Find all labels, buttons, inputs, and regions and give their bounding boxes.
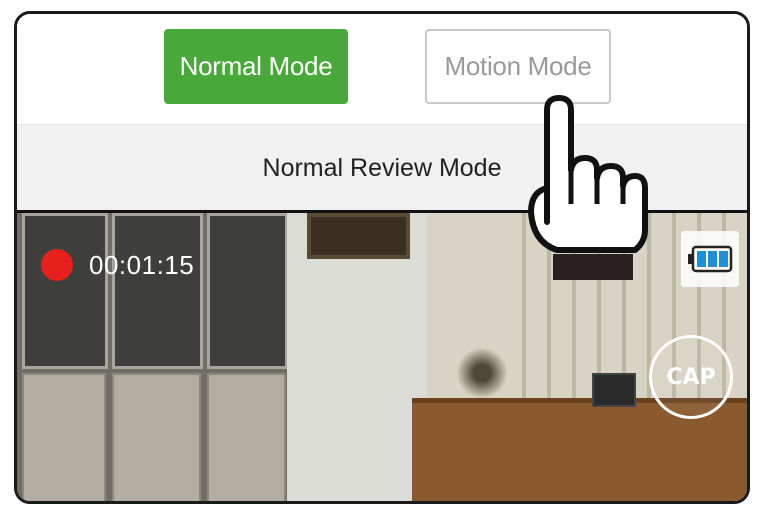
normal-mode-button[interactable]: Normal Mode: [164, 29, 348, 104]
motion-mode-button[interactable]: Motion Mode: [425, 29, 611, 104]
cabinet-door: [112, 373, 201, 501]
scene-monitor: [592, 373, 636, 407]
blind-slat: [547, 213, 551, 428]
cabinet-door: [207, 373, 286, 501]
blind-slat: [647, 213, 651, 428]
app-screen: Normal Mode Motion Mode Normal Review Mo…: [14, 11, 750, 504]
cabinet-door: [22, 373, 106, 501]
scene-plant: [452, 343, 512, 403]
record-dot-icon: [41, 249, 73, 281]
review-mode-label: Normal Review Mode: [262, 153, 502, 182]
capture-button[interactable]: CAP: [649, 335, 733, 419]
cabinet-glass-panel: [22, 213, 108, 369]
blind-slat: [572, 213, 576, 428]
live-video-view[interactable]: 00:01:15 CAP: [17, 210, 747, 501]
blind-slat: [522, 213, 526, 428]
capture-label: CAP: [666, 364, 716, 390]
review-mode-title: Normal Review Mode: [17, 124, 747, 211]
mode-selector: Normal Mode Motion Mode: [17, 14, 747, 124]
scene-picture-frame: [307, 213, 410, 259]
cabinet-glass-panel: [207, 213, 288, 369]
recording-indicator: 00:01:15: [41, 249, 194, 281]
cabinet-glass-panel: [112, 213, 203, 369]
recording-time: 00:01:15: [89, 249, 195, 280]
battery-icon: [681, 231, 739, 287]
